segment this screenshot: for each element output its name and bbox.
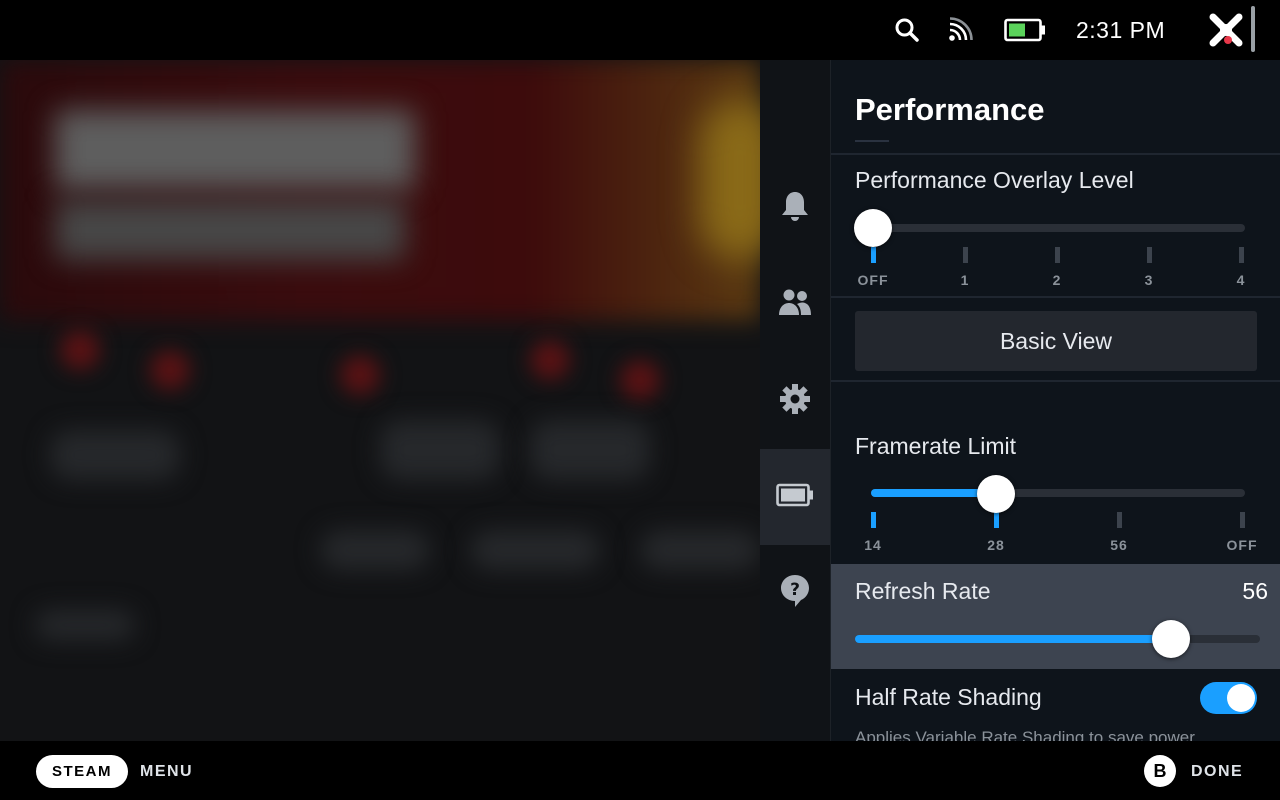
- framerate-tick-0: [871, 512, 876, 528]
- friends-tab[interactable]: [760, 256, 830, 352]
- framerate-tick-label: 56: [1110, 537, 1128, 553]
- gear-icon: [778, 382, 812, 421]
- help-tab[interactable]: ?: [760, 545, 830, 641]
- battery-icon: [776, 483, 814, 512]
- wifi-icon: [946, 14, 974, 46]
- overlay-tick-4: [1239, 247, 1244, 263]
- divider: [831, 153, 1280, 155]
- framerate-slider-knob[interactable]: [977, 475, 1015, 513]
- scroll-edge: [1251, 6, 1255, 52]
- framerate-tick-label: 28: [987, 537, 1005, 553]
- game-background: [0, 60, 760, 741]
- framerate-tick-2: [1117, 512, 1122, 528]
- refresh-rate-label: Refresh Rate: [855, 578, 991, 604]
- search-icon[interactable]: [892, 14, 922, 46]
- framerate-tick-1: [994, 512, 999, 528]
- performance-panel: Performance Performance Overlay Level OF…: [831, 60, 1280, 741]
- bottom-bar: STEAM MENU B DONE: [0, 741, 1280, 800]
- overlay-slider-track[interactable]: [871, 224, 1245, 232]
- basic-view-button[interactable]: Basic View: [855, 311, 1257, 371]
- divider: [831, 296, 1280, 298]
- overlay-tick-1: [963, 247, 968, 263]
- overlay-tick-label: 2: [1052, 272, 1062, 288]
- refresh-rate-fill: [855, 635, 1171, 643]
- overlay-tick-label: 1: [960, 272, 970, 288]
- framerate-tick-label: OFF: [1226, 537, 1258, 553]
- refresh-rate-knob[interactable]: [1152, 620, 1190, 658]
- bell-icon: [779, 189, 811, 228]
- status-bar: 2:31 PM: [0, 0, 1280, 60]
- battery-icon: [1004, 14, 1046, 46]
- half-rate-shading-toggle[interactable]: [1200, 682, 1257, 714]
- title-underline: [855, 140, 889, 142]
- quick-access-rail: ?: [760, 60, 831, 741]
- overlay-tick-label: 4: [1236, 272, 1246, 288]
- b-button-icon[interactable]: B: [1144, 755, 1176, 787]
- performance-tab[interactable]: [760, 449, 830, 545]
- clock: 2:31 PM: [1076, 17, 1166, 43]
- overlay-level-label: Performance Overlay Level: [855, 167, 1134, 193]
- done-label: DONE: [1191, 763, 1244, 780]
- overlay-tick-label: 3: [1144, 272, 1154, 288]
- steam-button[interactable]: STEAM: [36, 755, 128, 788]
- svg-text:?: ?: [790, 580, 800, 600]
- overlay-tick-2: [1055, 247, 1060, 263]
- framerate-tick-3: [1240, 512, 1245, 528]
- toggle-knob: [1227, 684, 1255, 712]
- overlay-tick-3: [1147, 247, 1152, 263]
- overlay-slider-knob[interactable]: [854, 209, 892, 247]
- divider: [831, 380, 1280, 382]
- help-icon: ?: [779, 573, 811, 614]
- settings-tab[interactable]: [760, 353, 830, 449]
- framerate-limit-label: Framerate Limit: [855, 433, 1017, 459]
- framerate-tick-label: 14: [864, 537, 882, 553]
- overlay-tick-0: [871, 247, 876, 263]
- half-rate-shading-label: Half Rate Shading: [855, 684, 1042, 710]
- steam-logo-icon[interactable]: [1208, 13, 1244, 47]
- panel-title: Performance: [855, 92, 1045, 127]
- notifications-tab[interactable]: [760, 160, 830, 256]
- overlay-tick-label: OFF: [857, 272, 889, 288]
- refresh-rate-row[interactable]: Refresh Rate 56: [831, 564, 1280, 669]
- friends-icon: [777, 287, 813, 322]
- half-rate-shading-description: Applies Variable Rate Shading to save po…: [855, 728, 1195, 741]
- menu-label: MENU: [140, 763, 194, 780]
- refresh-rate-value: 56: [1242, 578, 1268, 604]
